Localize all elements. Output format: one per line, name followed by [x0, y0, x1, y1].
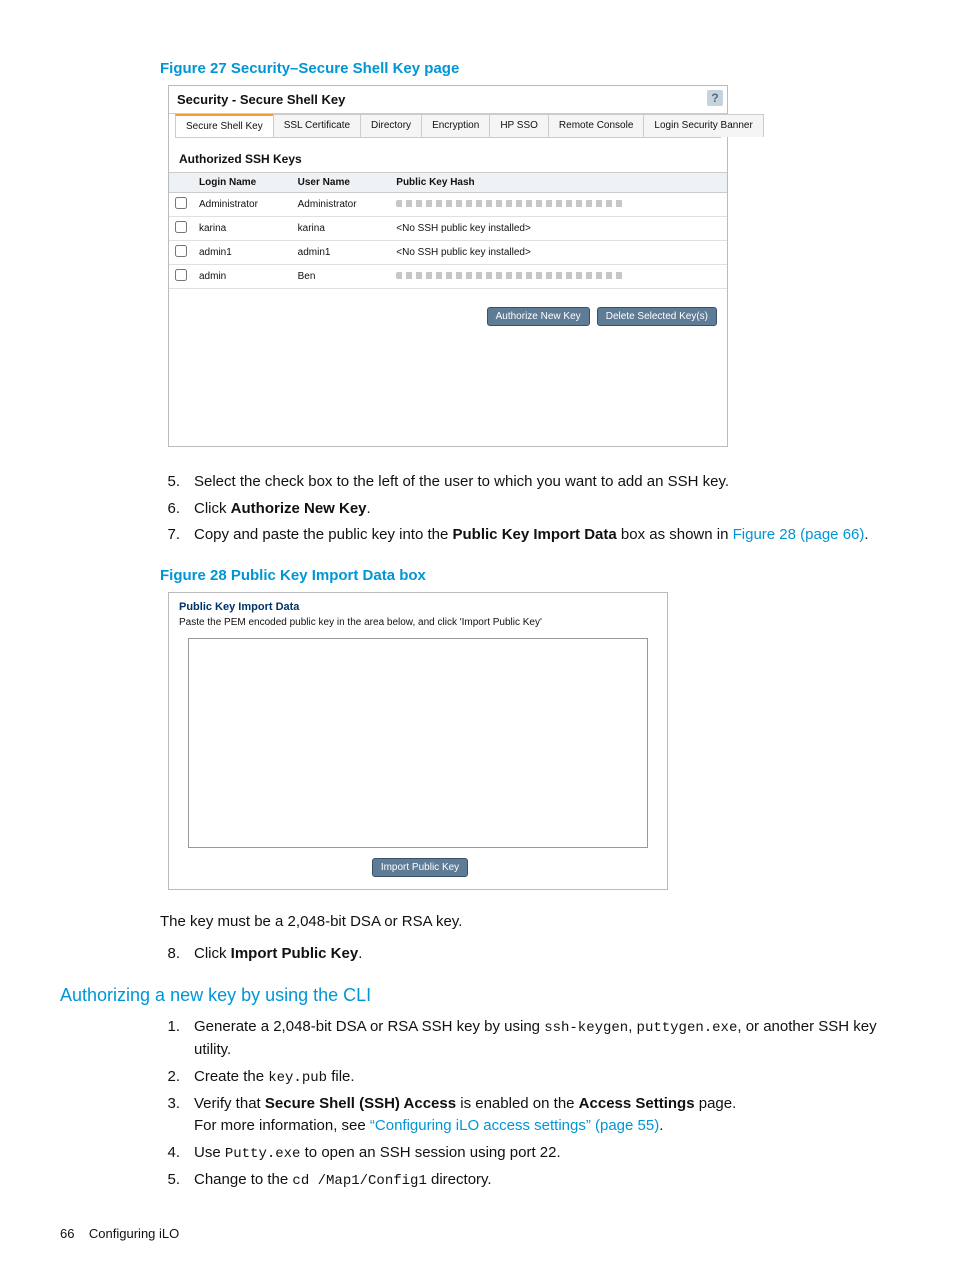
figure27-caption: Figure 27 Security–Secure Shell Key page	[160, 60, 894, 77]
cli-step-5: Change to the cd /Map1/Config1 directory…	[194, 1169, 894, 1192]
cli-step-4: Use Putty.exe to open an SSH session usi…	[194, 1142, 894, 1165]
col-user: User Name	[292, 173, 391, 193]
delete-selected-keys-button[interactable]: Delete Selected Key(s)	[597, 307, 717, 326]
figure28-caption: Figure 28 Public Key Import Data box	[160, 567, 894, 584]
step-number: 1.	[160, 1016, 194, 1062]
step-number: 6.	[160, 498, 194, 521]
table-row: karinakarina<No SSH public key installed…	[169, 217, 727, 241]
step-number: 5.	[160, 471, 194, 494]
import-public-key-button[interactable]: Import Public Key	[372, 858, 468, 877]
public-key-import-title: Public Key Import Data	[169, 593, 667, 617]
figure28-panel: Public Key Import Data Paste the PEM enc…	[168, 592, 668, 890]
key-bit-note: The key must be a 2,048-bit DSA or RSA k…	[160, 910, 894, 933]
cell-login: admin1	[193, 241, 292, 265]
row-checkbox[interactable]	[175, 221, 187, 233]
tab-secure-shell-key[interactable]: Secure Shell Key	[175, 114, 274, 137]
panel-title-text: Security - Secure Shell Key	[177, 92, 345, 107]
step-number: 5.	[160, 1169, 194, 1192]
row-checkbox[interactable]	[175, 245, 187, 257]
steps-5-to-7: 5. Select the check box to the left of t…	[160, 471, 894, 547]
public-key-import-instructions: Paste the PEM encoded public key in the …	[169, 617, 667, 638]
table-row: admin1admin1<No SSH public key installed…	[169, 241, 727, 265]
step-6-text: Click Authorize New Key.	[194, 498, 894, 521]
section-title: Authorized SSH Keys	[169, 138, 727, 172]
page-number: 66	[60, 1226, 74, 1241]
cli-steps: 1. Generate a 2,048-bit DSA or RSA SSH k…	[160, 1016, 894, 1192]
cell-user: karina	[292, 217, 391, 241]
step-5-text: Select the check box to the left of the …	[194, 471, 894, 494]
step-number: 8.	[160, 943, 194, 966]
cell-hash	[390, 193, 727, 217]
figure27-panel: Security - Secure Shell Key ? Secure She…	[168, 85, 728, 447]
step-7-text: Copy and paste the public key into the P…	[194, 524, 894, 547]
table-row: adminBen	[169, 265, 727, 289]
cell-login: admin	[193, 265, 292, 289]
authorize-new-key-button[interactable]: Authorize New Key	[487, 307, 590, 326]
tab-directory[interactable]: Directory	[360, 114, 422, 137]
cell-user: Ben	[292, 265, 391, 289]
tab-remote-console[interactable]: Remote Console	[548, 114, 644, 137]
tab-ssl-certificate[interactable]: SSL Certificate	[273, 114, 361, 137]
cell-login: Administrator	[193, 193, 292, 217]
cell-login: karina	[193, 217, 292, 241]
figure-28-link[interactable]: Figure 28 (page 66)	[733, 526, 865, 543]
cell-hash	[390, 265, 727, 289]
cell-hash: <No SSH public key installed>	[390, 217, 727, 241]
cell-user: Administrator	[292, 193, 391, 217]
col-hash: Public Key Hash	[390, 173, 727, 193]
step-number: 3.	[160, 1093, 194, 1138]
public-key-textarea[interactable]	[188, 638, 648, 848]
cli-step-3: Verify that Secure Shell (SSH) Access is…	[194, 1093, 894, 1138]
cli-step-2: Create the key.pub file.	[194, 1066, 894, 1089]
hash-redacted	[396, 200, 626, 207]
keys-table: Login Name User Name Public Key Hash Adm…	[169, 172, 727, 289]
page-footer: 66 Configuring iLO	[60, 1226, 179, 1241]
row-checkbox[interactable]	[175, 197, 187, 209]
step-number: 2.	[160, 1066, 194, 1089]
panel-tabs: Secure Shell KeySSL CertificateDirectory…	[175, 114, 721, 138]
configuring-ilo-link[interactable]: “Configuring iLO access settings” (page …	[370, 1117, 659, 1134]
table-row: AdministratorAdministrator	[169, 193, 727, 217]
tab-encryption[interactable]: Encryption	[421, 114, 490, 137]
hash-redacted	[396, 272, 626, 279]
step-8: 8. Click Import Public Key.	[160, 943, 894, 966]
help-icon[interactable]: ?	[707, 90, 723, 106]
col-login: Login Name	[193, 173, 292, 193]
row-checkbox[interactable]	[175, 269, 187, 281]
step-number: 7.	[160, 524, 194, 547]
tab-login-security-banner[interactable]: Login Security Banner	[643, 114, 763, 137]
panel-title: Security - Secure Shell Key ?	[169, 86, 727, 114]
cli-step-1: Generate a 2,048-bit DSA or RSA SSH key …	[194, 1016, 894, 1062]
footer-title: Configuring iLO	[89, 1226, 179, 1241]
tab-hp-sso[interactable]: HP SSO	[489, 114, 549, 137]
cell-hash: <No SSH public key installed>	[390, 241, 727, 265]
step-8-text: Click Import Public Key.	[194, 943, 894, 966]
step-number: 4.	[160, 1142, 194, 1165]
cli-heading: Authorizing a new key by using the CLI	[60, 985, 894, 1006]
cell-user: admin1	[292, 241, 391, 265]
